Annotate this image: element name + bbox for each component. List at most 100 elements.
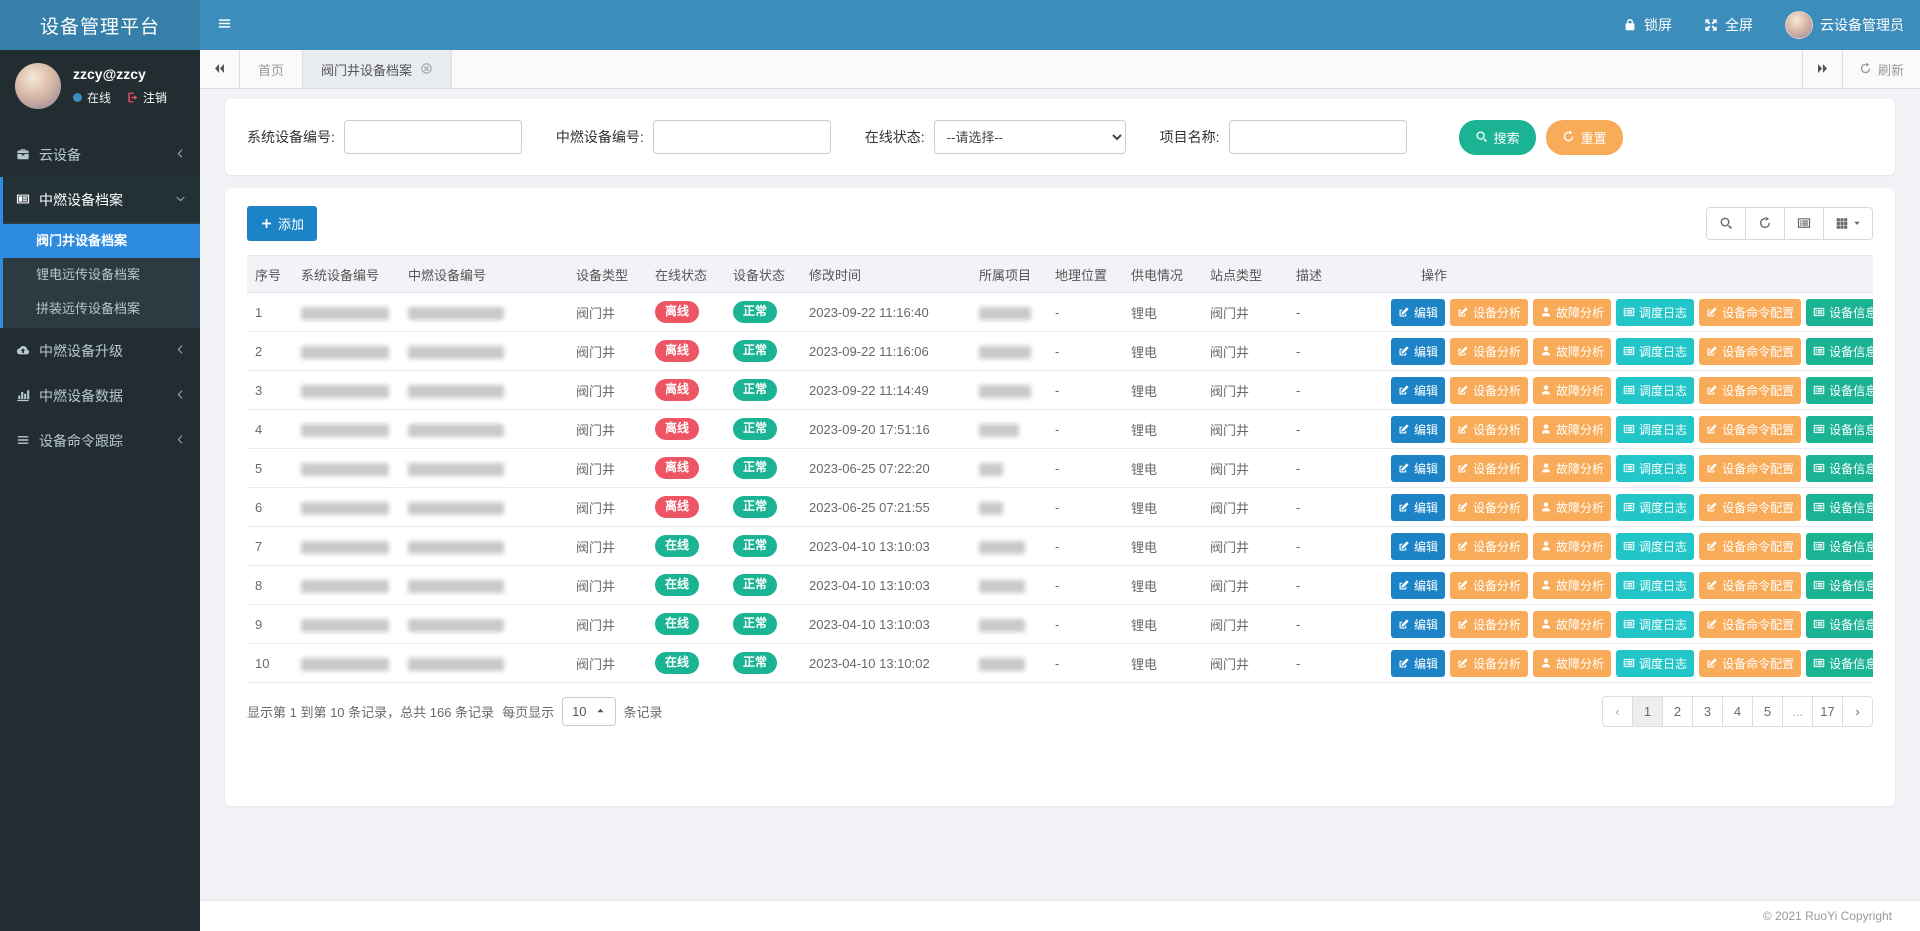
sidebar-subitem-lithium-remote-archive[interactable]: 锂电远传设备档案 [3, 258, 200, 292]
device-analysis-button[interactable]: 设备分析 [1450, 299, 1528, 326]
edit-button[interactable]: 编辑 [1391, 650, 1445, 677]
device-analysis-button[interactable]: 设备分析 [1450, 338, 1528, 365]
add-button[interactable]: 添加 [247, 206, 317, 241]
pagination-page-button[interactable]: 17 [1812, 696, 1843, 727]
device-analysis-button[interactable]: 设备分析 [1450, 572, 1528, 599]
fault-analysis-button[interactable]: 故障分析 [1533, 455, 1611, 482]
zhongran-device-id-input[interactable] [653, 120, 831, 154]
fault-analysis-button[interactable]: 故障分析 [1533, 572, 1611, 599]
device-info-button[interactable]: 设备信息 [1806, 533, 1873, 560]
device-command-config-button[interactable]: 设备命令配置 [1699, 338, 1801, 365]
dispatch-log-button[interactable]: 调度日志 [1616, 572, 1694, 599]
fault-analysis-button[interactable]: 故障分析 [1533, 650, 1611, 677]
lock-screen-button[interactable]: 锁屏 [1607, 0, 1688, 50]
fault-analysis-button[interactable]: 故障分析 [1533, 611, 1611, 638]
avatar[interactable] [15, 63, 61, 109]
pagination-prev-button[interactable]: ‹ [1602, 696, 1633, 727]
pagination-page-button[interactable]: 3 [1692, 696, 1723, 727]
sidebar-toggle-button[interactable] [200, 0, 248, 50]
device-command-config-button[interactable]: 设备命令配置 [1699, 455, 1801, 482]
dispatch-log-button[interactable]: 调度日志 [1616, 455, 1694, 482]
pagination-page-button[interactable]: 4 [1722, 696, 1753, 727]
page-size-select[interactable]: 10 [562, 697, 615, 726]
edit-button[interactable]: 编辑 [1391, 494, 1445, 521]
edit-button[interactable]: 编辑 [1391, 572, 1445, 599]
edit-button[interactable]: 编辑 [1391, 455, 1445, 482]
fullscreen-button[interactable]: 全屏 [1688, 0, 1769, 50]
dispatch-log-button[interactable]: 调度日志 [1616, 338, 1694, 365]
sidebar-subitem-assembled-remote-archive[interactable]: 拼装远传设备档案 [3, 292, 200, 326]
sidebar-item-zhongran-device-data[interactable]: 中燃设备数据 [3, 373, 200, 418]
device-info-button[interactable]: 设备信息 [1806, 338, 1873, 365]
dispatch-log-button[interactable]: 调度日志 [1616, 533, 1694, 560]
device-analysis-button[interactable]: 设备分析 [1450, 455, 1528, 482]
device-analysis-button[interactable]: 设备分析 [1450, 611, 1528, 638]
sidebar-item-zhongran-device-archive[interactable]: 中燃设备档案 [3, 177, 200, 222]
detail-view-button[interactable] [1784, 207, 1824, 240]
device-command-config-button[interactable]: 设备命令配置 [1699, 377, 1801, 404]
fault-analysis-button[interactable]: 故障分析 [1533, 494, 1611, 521]
fault-analysis-button[interactable]: 故障分析 [1533, 416, 1611, 443]
edit-button[interactable]: 编辑 [1391, 338, 1445, 365]
fault-analysis-button[interactable]: 故障分析 [1533, 299, 1611, 326]
pagination-page-button[interactable]: 1 [1632, 696, 1663, 727]
device-analysis-button[interactable]: 设备分析 [1450, 650, 1528, 677]
online-status-select[interactable]: --请选择-- [934, 120, 1126, 154]
tab-valve-well-archive[interactable]: 阀门井设备档案 [303, 50, 452, 88]
edit-button[interactable]: 编辑 [1391, 611, 1445, 638]
tabs-scroll-right-button[interactable] [1802, 50, 1842, 88]
refresh-table-button[interactable] [1745, 207, 1785, 240]
device-analysis-button[interactable]: 设备分析 [1450, 416, 1528, 443]
device-info-button[interactable]: 设备信息 [1806, 494, 1873, 521]
sidebar-item-cloud-device[interactable]: 云设备 [3, 132, 200, 177]
device-command-config-button[interactable]: 设备命令配置 [1699, 533, 1801, 560]
pagination-next-button[interactable]: › [1842, 696, 1873, 727]
tab-refresh-button[interactable]: 刷新 [1842, 50, 1920, 88]
device-command-config-button[interactable]: 设备命令配置 [1699, 494, 1801, 521]
tab-home[interactable]: 首页 [240, 50, 303, 88]
pagination-page-button[interactable]: 5 [1752, 696, 1783, 727]
fault-analysis-button[interactable]: 故障分析 [1533, 377, 1611, 404]
pagination-page-button[interactable]: 2 [1662, 696, 1693, 727]
edit-button[interactable]: 编辑 [1391, 299, 1445, 326]
dispatch-log-button[interactable]: 调度日志 [1616, 494, 1694, 521]
logout-button[interactable]: 注销 [126, 89, 167, 106]
reset-button[interactable]: 重置 [1546, 120, 1623, 155]
dispatch-log-button[interactable]: 调度日志 [1616, 299, 1694, 326]
device-info-button[interactable]: 设备信息 [1806, 416, 1873, 443]
device-info-button[interactable]: 设备信息 [1806, 650, 1873, 677]
device-analysis-button[interactable]: 设备分析 [1450, 494, 1528, 521]
fault-analysis-button[interactable]: 故障分析 [1533, 533, 1611, 560]
device-analysis-button[interactable]: 设备分析 [1450, 377, 1528, 404]
show-search-button[interactable] [1706, 207, 1746, 240]
sidebar-item-zhongran-device-upgrade[interactable]: 中燃设备升级 [3, 328, 200, 373]
device-info-button[interactable]: 设备信息 [1806, 455, 1873, 482]
device-analysis-button[interactable]: 设备分析 [1450, 533, 1528, 560]
device-command-config-button[interactable]: 设备命令配置 [1699, 650, 1801, 677]
device-info-button[interactable]: 设备信息 [1806, 299, 1873, 326]
project-name-input[interactable] [1229, 120, 1407, 154]
search-button[interactable]: 搜索 [1459, 120, 1536, 155]
columns-button[interactable] [1823, 207, 1873, 240]
app-logo[interactable]: 设备管理平台 [0, 0, 200, 50]
device-command-config-button[interactable]: 设备命令配置 [1699, 611, 1801, 638]
device-info-button[interactable]: 设备信息 [1806, 611, 1873, 638]
device-command-config-button[interactable]: 设备命令配置 [1699, 416, 1801, 443]
edit-button[interactable]: 编辑 [1391, 533, 1445, 560]
dispatch-log-button[interactable]: 调度日志 [1616, 650, 1694, 677]
tabs-scroll-left-button[interactable] [200, 50, 240, 88]
edit-button[interactable]: 编辑 [1391, 416, 1445, 443]
device-info-button[interactable]: 设备信息 [1806, 377, 1873, 404]
dispatch-log-button[interactable]: 调度日志 [1616, 416, 1694, 443]
device-info-button[interactable]: 设备信息 [1806, 572, 1873, 599]
device-command-config-button[interactable]: 设备命令配置 [1699, 572, 1801, 599]
dispatch-log-button[interactable]: 调度日志 [1616, 611, 1694, 638]
user-menu[interactable]: 云设备管理员 [1769, 0, 1920, 50]
sidebar-subitem-valve-well-archive[interactable]: 阀门井设备档案 [3, 224, 200, 258]
fault-analysis-button[interactable]: 故障分析 [1533, 338, 1611, 365]
edit-button[interactable]: 编辑 [1391, 377, 1445, 404]
system-device-id-input[interactable] [344, 120, 522, 154]
dispatch-log-button[interactable]: 调度日志 [1616, 377, 1694, 404]
device-command-config-button[interactable]: 设备命令配置 [1699, 299, 1801, 326]
sidebar-item-device-command-trace[interactable]: 设备命令跟踪 [3, 418, 200, 463]
